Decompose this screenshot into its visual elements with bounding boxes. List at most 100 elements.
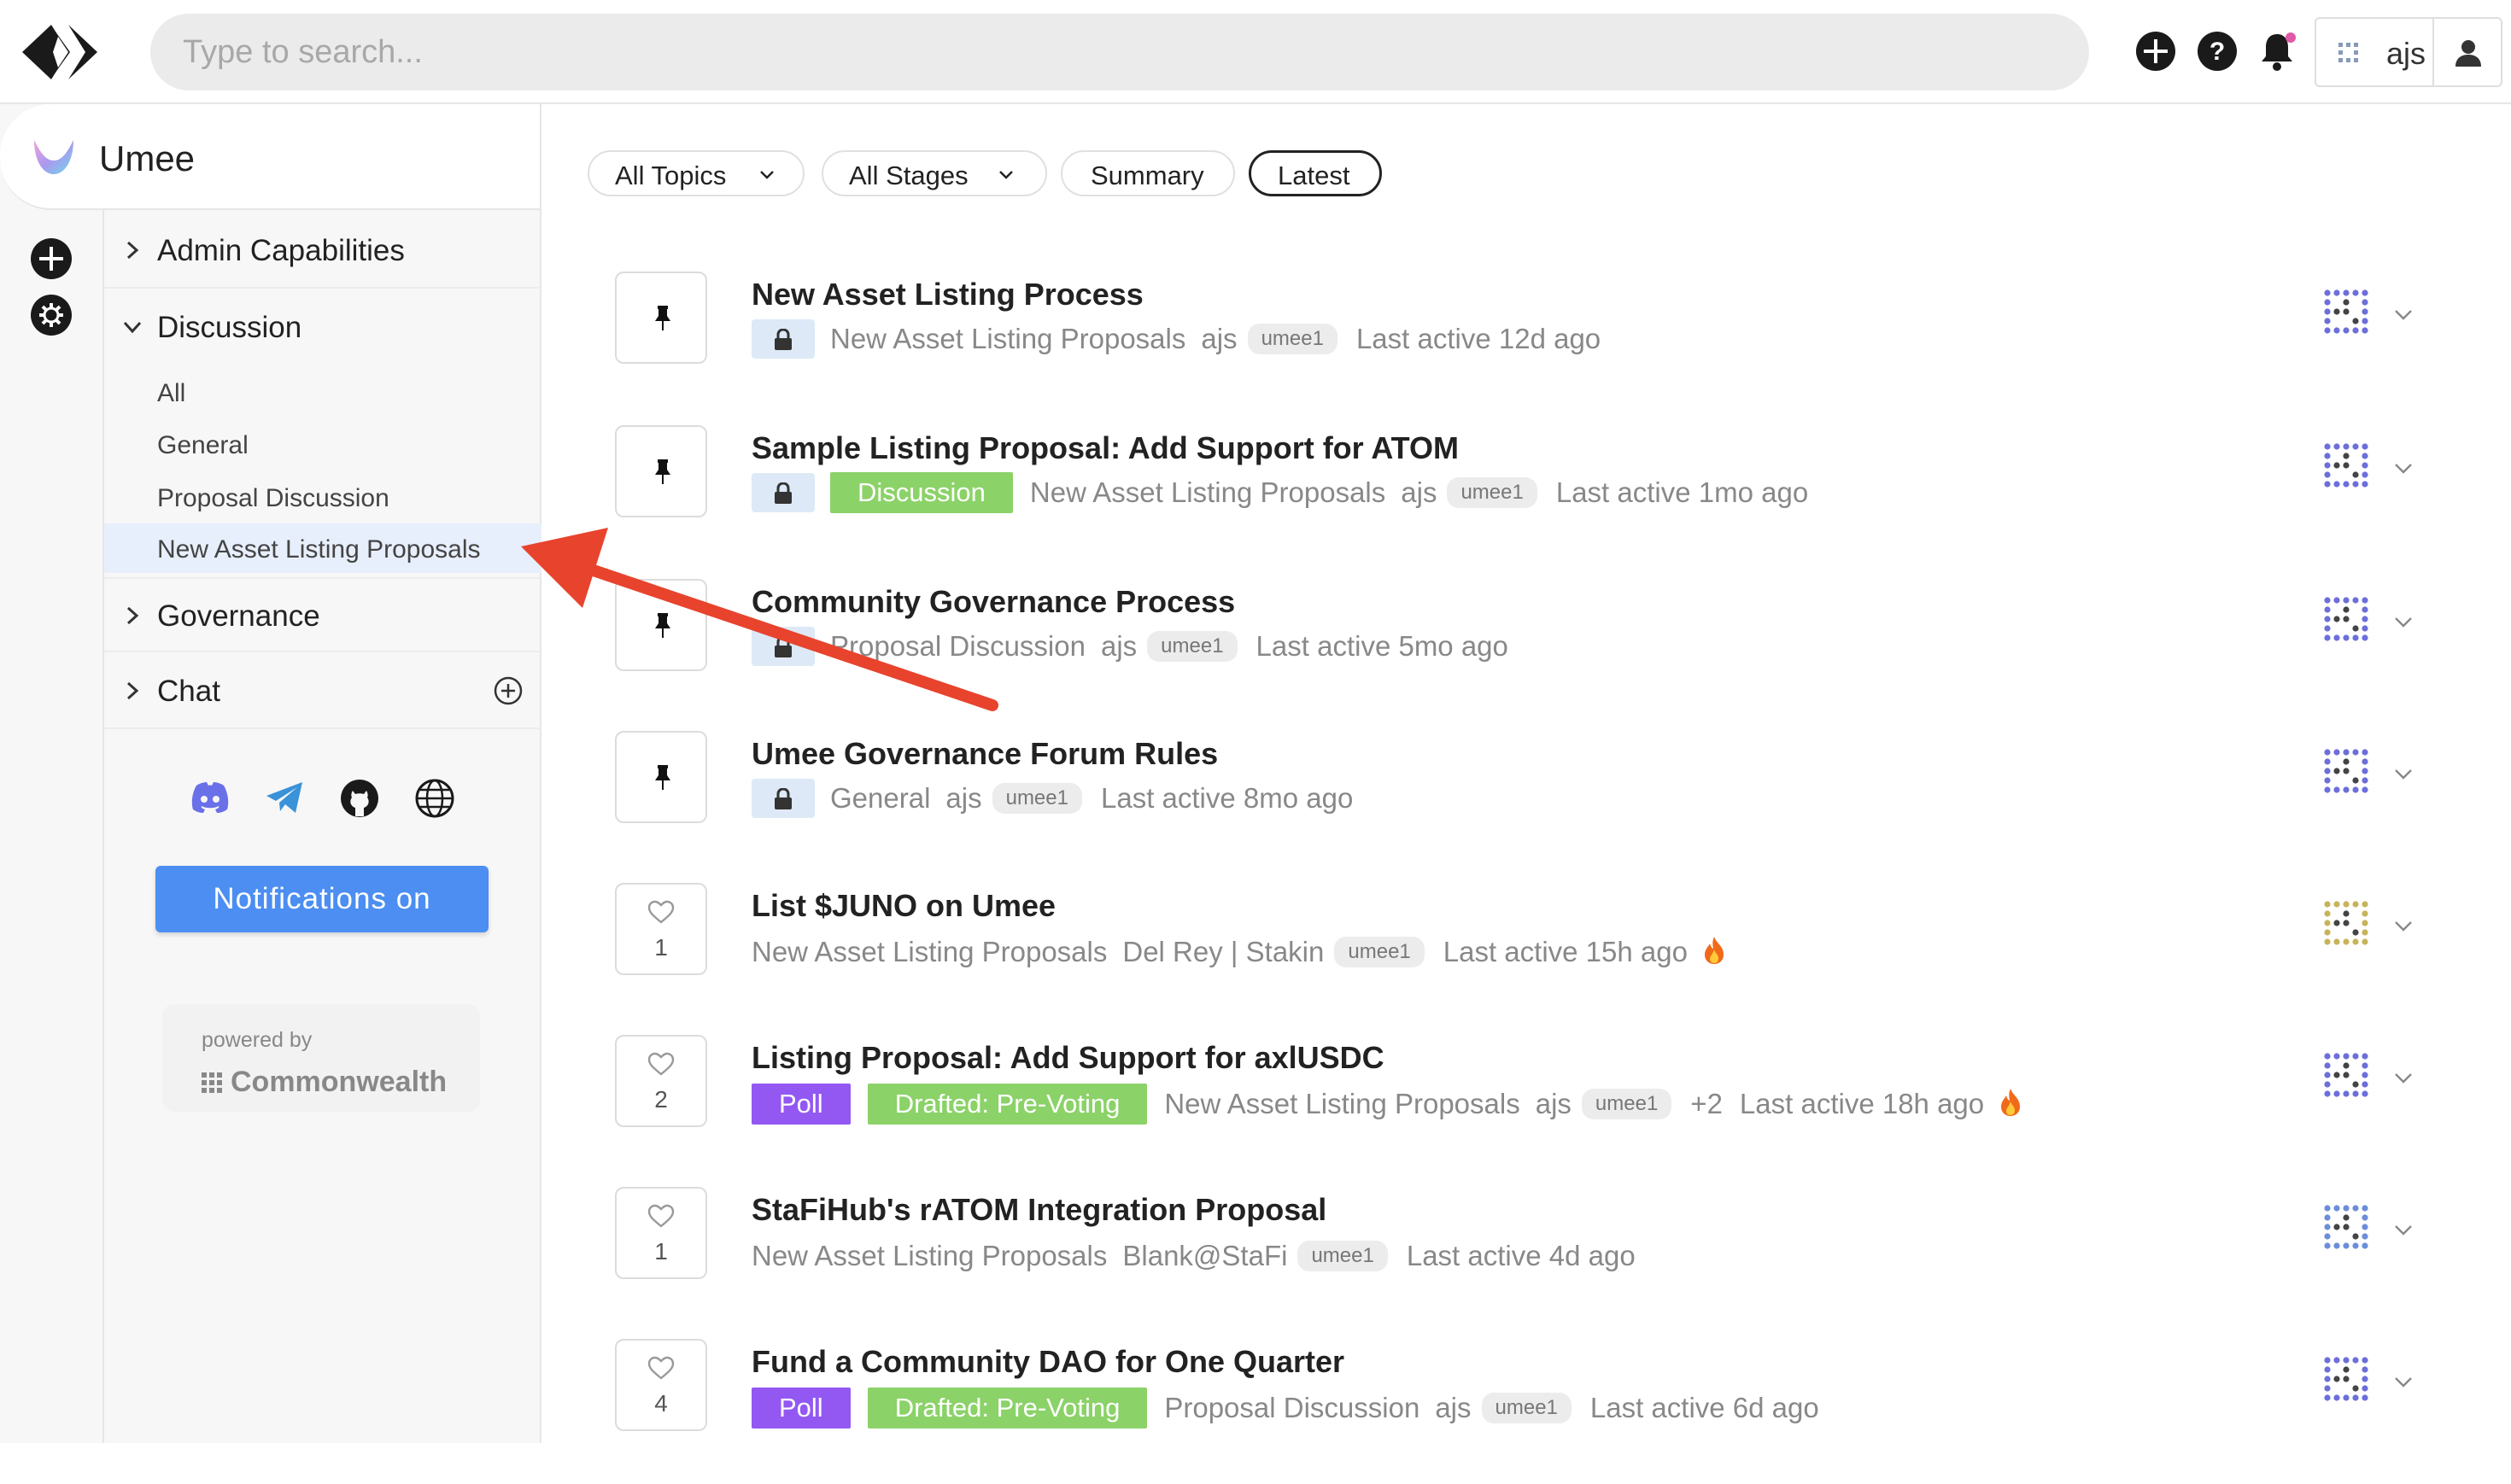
bell-icon[interactable] [2256,31,2297,72]
expand-chevron-icon[interactable] [2393,763,2414,784]
author-avatar-icon[interactable] [2323,900,2369,946]
expand-chevron-icon[interactable] [2393,304,2414,324]
thread-author[interactable]: Del Rey | Stakin [1122,936,1324,968]
expand-chevron-icon[interactable] [2393,458,2414,478]
author-avatar-icon[interactable] [2323,442,2369,488]
lock-icon [775,329,792,350]
thread-meta: New Asset Listing Proposals ajs umee1 Last … [752,316,1616,362]
powered-by-badge[interactable]: powered by Commonwealth [162,1004,480,1112]
sidebar-item-new-asset-listing-proposals[interactable]: New Asset Listing Proposals [104,523,541,573]
thread-topic[interactable]: New Asset Listing Proposals [1030,476,1385,509]
thread-row[interactable]: Umee Governance Forum Rules General ajs ume… [598,731,2477,876]
thread-row[interactable]: 1 List $JUNO on Umee New Asset Listing Pro… [598,883,2477,1028]
heart-icon [647,1204,675,1228]
author-avatar-icon[interactable] [2323,1052,2369,1098]
thread-author[interactable]: Blank@StaFi [1122,1240,1287,1272]
thread-author[interactable]: ajs [1536,1088,1572,1120]
sidebar-item-proposal-discussion[interactable]: Proposal Discussion [104,472,541,522]
summary-button[interactable]: Summary [1061,150,1235,196]
stage-tag[interactable]: Poll [752,1388,851,1428]
stage-tag[interactable]: Poll [752,1084,851,1125]
sidebar-item-general[interactable]: General [104,419,541,469]
thread-title[interactable]: Umee Governance Forum Rules [752,736,1218,772]
all-stages-dropdown[interactable]: All Stages [822,150,1047,196]
thread-topic[interactable]: New Asset Listing Proposals [830,323,1185,355]
thread-topic[interactable]: Proposal Discussion [1164,1392,1419,1424]
thread-author[interactable]: ajs [1101,630,1137,663]
thread-row[interactable]: 1 StaFiHub's rATOM Integration Proposal Ne… [598,1187,2477,1332]
like-button[interactable]: 4 [615,1339,707,1431]
like-button[interactable]: 1 [615,1187,707,1279]
stage-tag[interactable]: Drafted: Pre-Voting [867,1084,1148,1125]
chevron-down-icon [760,171,774,179]
sidebar-item-label: New Asset Listing Proposals [157,535,481,564]
stage-tag[interactable]: Discussion [830,472,1013,513]
thread-topic[interactable]: General [830,782,930,815]
github-icon[interactable] [340,779,379,818]
last-active: Last active 12d ago [1355,323,1601,354]
search-input[interactable] [150,14,2089,91]
thread-title[interactable]: Fund a Community DAO for One Quarter [752,1344,1344,1380]
locked-badge [752,319,815,359]
pin-button[interactable] [615,731,707,823]
sidebar-item-all[interactable]: All [104,367,541,417]
thread-author[interactable]: ajs [1401,476,1437,509]
sidebar-section-governance[interactable]: Governance [104,577,541,652]
thread-title[interactable]: Sample Listing Proposal: Add Support for… [752,430,1459,466]
thread-title[interactable]: New Asset Listing Process [752,277,1144,313]
author-avatar-icon[interactable] [2323,1356,2369,1402]
like-button[interactable]: 2 [615,1035,707,1127]
thread-title[interactable]: List $JUNO on Umee [752,888,1056,924]
expand-chevron-icon[interactable] [2393,611,2414,632]
fire-icon [1703,936,1725,969]
expand-chevron-icon[interactable] [2393,915,2414,936]
thread-author[interactable]: ajs [1201,323,1237,355]
user-menu[interactable]: ajs [2315,17,2502,87]
thread-topic[interactable]: New Asset Listing Proposals [752,936,1107,968]
globe-icon[interactable] [415,779,454,818]
sidebar-section-label: Chat [157,675,220,708]
plus-circle-icon[interactable] [30,237,73,280]
community-name: Umee [99,138,196,178]
latest-button[interactable]: Latest [1249,150,1382,196]
chevron-down-icon [123,321,142,334]
author-avatar-icon[interactable] [2323,596,2369,642]
expand-chevron-icon[interactable] [2393,1219,2414,1240]
sidebar-section-discussion[interactable]: Discussion [104,290,541,365]
thread-row[interactable]: 4 Fund a Community DAO for One Quarter Pol… [598,1339,2477,1484]
community-header[interactable]: Umee [0,104,541,210]
thread-topic[interactable]: New Asset Listing Proposals [1164,1088,1519,1120]
all-topics-dropdown[interactable]: All Topics [588,150,805,196]
thread-title[interactable]: StaFiHub's rATOM Integration Proposal [752,1192,1326,1228]
author-avatar-icon[interactable] [2323,289,2369,335]
commonwealth-logo[interactable] [19,21,101,83]
expand-chevron-icon[interactable] [2393,1067,2414,1088]
plus-circle-icon[interactable] [2135,31,2176,72]
person-icon[interactable] [2453,38,2484,68]
thread-author[interactable]: ajs [1435,1392,1471,1424]
thread-author[interactable]: ajs [945,782,981,815]
pin-button[interactable] [615,425,707,517]
stage-tag[interactable]: Drafted: Pre-Voting [867,1388,1148,1428]
question-circle-icon[interactable]: ? [2197,31,2238,72]
telegram-icon[interactable] [265,780,304,815]
gear-icon[interactable] [30,294,73,336]
last-active: Last active 6d ago [1589,1392,1819,1423]
sidebar-section-chat[interactable]: Chat [104,654,541,729]
expand-chevron-icon[interactable] [2393,1371,2414,1392]
author-avatar-icon[interactable] [2323,1204,2369,1250]
pin-button[interactable] [615,272,707,364]
notifications-toggle-button[interactable]: Notifications on [155,866,489,932]
thread-topic[interactable]: New Asset Listing Proposals [752,1240,1107,1272]
thread-row[interactable]: New Asset Listing Process New Asset Listi… [598,272,2477,417]
sidebar-section-label: Admin Capabilities [157,234,405,267]
thread-row[interactable]: 2 Listing Proposal: Add Support for axlUS… [598,1035,2477,1180]
sidebar-section-admin[interactable]: Admin Capabilities [104,213,541,289]
discord-icon[interactable] [190,780,231,815]
like-button[interactable]: 1 [615,883,707,975]
community-rail [0,104,104,1443]
thread-meta: New Asset Listing Proposals Del Rey | Sta… [752,929,1725,975]
last-active: Last active 15h ago [1443,936,1688,967]
author-avatar-icon[interactable] [2323,748,2369,794]
thread-title[interactable]: Listing Proposal: Add Support for axlUSD… [752,1040,1384,1076]
